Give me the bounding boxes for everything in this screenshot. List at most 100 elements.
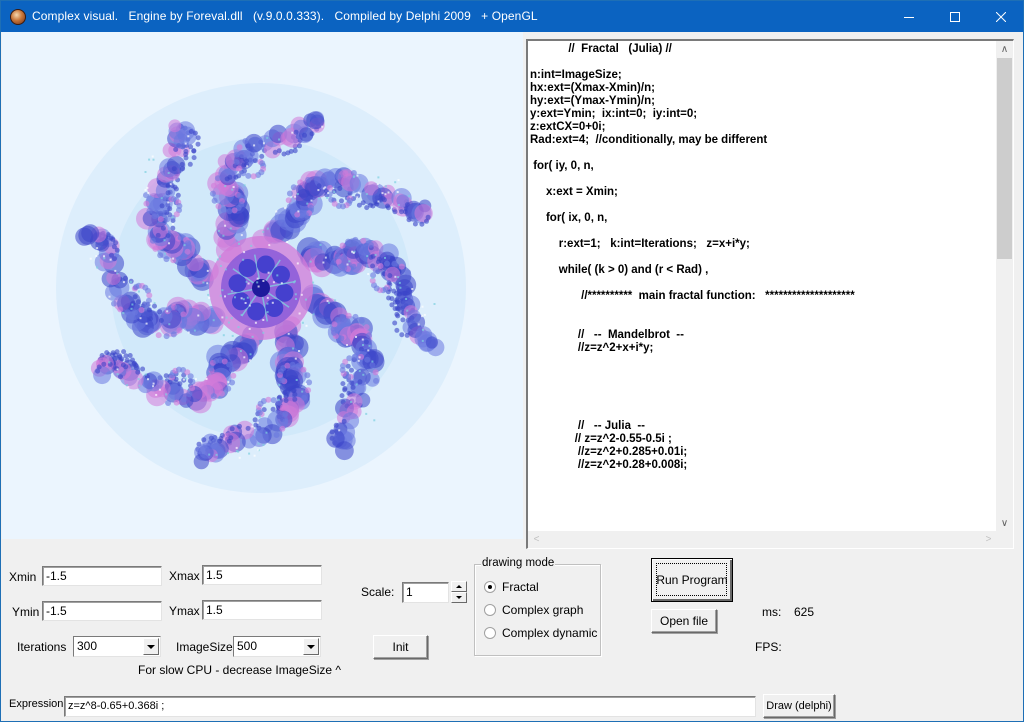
fractal-curl-dot xyxy=(363,339,369,345)
radio-button-icon[interactable] xyxy=(484,581,496,593)
fractal-speckle xyxy=(251,425,254,428)
code-line: // -- Mandelbrot -- xyxy=(530,329,684,341)
fractal-speckle xyxy=(148,158,151,161)
code-editor-text[interactable]: // Fractal (Julia) // n:int=ImageSize; hx… xyxy=(528,43,998,533)
fractal-speckle xyxy=(350,401,353,403)
image-size-select[interactable]: 500 xyxy=(233,636,321,657)
fractal-curl-dot xyxy=(345,363,351,369)
fractal-curl-dot xyxy=(101,361,107,367)
fractal-speckle xyxy=(257,285,260,288)
radio-complex-dynamic[interactable]: Complex dynamic xyxy=(484,626,597,640)
fractal-speckle xyxy=(352,251,355,254)
fractal-speckle xyxy=(239,350,242,353)
horizontal-scrollbar[interactable]: < > xyxy=(528,531,997,548)
chevron-down-icon xyxy=(147,644,155,649)
xmin-input[interactable]: -1.5 xyxy=(42,566,162,586)
fractal-speckle xyxy=(227,321,230,324)
fractal-speckle xyxy=(230,317,233,320)
fractal-speckle xyxy=(421,339,424,342)
fractal-branch-dot xyxy=(242,138,249,144)
fractal-speckle xyxy=(219,265,222,267)
scroll-up-icon[interactable]: ∧ xyxy=(996,41,1013,58)
open-file-button[interactable]: Open file xyxy=(651,609,717,633)
fractal-speckle xyxy=(221,316,224,319)
fractal-speckle xyxy=(168,242,170,245)
init-button[interactable]: Init xyxy=(373,635,428,659)
minimize-button[interactable] xyxy=(886,1,932,32)
fractal-speckle xyxy=(266,227,269,230)
xmax-input[interactable]: 1.5 xyxy=(202,565,322,585)
fractal-speckle xyxy=(250,244,253,247)
radio-complex-graph[interactable]: Complex graph xyxy=(484,603,583,617)
vertical-scroll-thumb[interactable] xyxy=(997,58,1012,260)
fractal-speckle xyxy=(408,194,411,197)
scale-down-button[interactable] xyxy=(451,592,467,603)
code-line: //********** main fractal function: ****… xyxy=(530,290,855,302)
run-program-button[interactable]: Run Program xyxy=(651,558,733,602)
fractal-speckle xyxy=(187,135,190,138)
fractal-branch-dot xyxy=(286,190,293,197)
scale-input[interactable]: 1 xyxy=(402,582,449,603)
fractal-branch-dot xyxy=(149,237,156,244)
fractal-branch-dot xyxy=(339,242,346,249)
scroll-left-icon[interactable]: < xyxy=(528,531,545,548)
fractal-curl-dot xyxy=(292,396,298,402)
scroll-right-icon[interactable]: > xyxy=(980,531,997,548)
scroll-down-icon[interactable]: ∨ xyxy=(996,515,1013,532)
scale-spinner[interactable] xyxy=(451,581,467,603)
fractal-curl-dot xyxy=(171,166,177,172)
fractal-speckle xyxy=(96,247,99,250)
fractal-branch-dot xyxy=(345,238,352,245)
fractal-branch-dot xyxy=(229,379,236,386)
code-line: for( iy, 0, n, xyxy=(530,160,594,172)
fractal-curl-dot xyxy=(252,417,258,423)
fractal-branch-dot xyxy=(146,207,153,214)
code-editor[interactable]: // Fractal (Julia) // n:int=ImageSize; hx… xyxy=(526,39,1014,549)
arrow-up-icon xyxy=(456,585,462,588)
fractal-curl-dot xyxy=(424,218,429,224)
code-line: hy:ext=(Ymax-Ymin)/n; xyxy=(530,95,655,107)
close-button[interactable] xyxy=(978,1,1024,32)
fractal-branch-dot xyxy=(187,373,194,380)
fractal-curl-dot xyxy=(135,369,141,375)
fractal-branch-dot xyxy=(372,267,379,274)
fractal-canvas[interactable] xyxy=(2,32,523,539)
scale-up-button[interactable] xyxy=(451,581,467,592)
fractal-curl-dot xyxy=(387,273,393,279)
fractal-branch-dot xyxy=(326,184,333,191)
fractal-curl-dot xyxy=(400,317,406,323)
expression-input[interactable]: z=z^8-0.65+0.368i ; xyxy=(64,696,756,717)
fractal-speckle xyxy=(167,172,170,174)
fractal-speckle xyxy=(89,257,92,260)
draw-delphi-button[interactable]: Draw (delphi) xyxy=(763,694,835,718)
drawing-mode-title: drawing mode xyxy=(481,557,556,569)
fractal-branch-dot xyxy=(360,237,367,244)
fractal-branch-dot xyxy=(233,151,240,158)
fractal-speckle xyxy=(367,349,370,352)
fractal-branch-dot xyxy=(236,144,243,151)
radio-button-icon[interactable] xyxy=(484,627,496,639)
fractal-speckle xyxy=(243,251,246,254)
vertical-scrollbar[interactable]: ∧ ∨ xyxy=(996,41,1013,532)
image-size-dropdown-button[interactable] xyxy=(303,638,319,655)
radio-button-icon[interactable] xyxy=(484,604,496,616)
fractal-speckle xyxy=(304,383,307,385)
fractal-curl-dot xyxy=(155,232,161,238)
iterations-select[interactable]: 300 xyxy=(73,636,161,657)
fractal-speckle xyxy=(253,144,256,147)
ymax-input[interactable]: 1.5 xyxy=(202,600,322,620)
ymin-input[interactable]: -1.5 xyxy=(42,601,162,621)
fractal-speckle xyxy=(423,313,426,316)
iterations-dropdown-button[interactable] xyxy=(143,638,159,655)
fractal-curl-dot xyxy=(167,206,173,212)
maximize-button[interactable] xyxy=(932,1,978,32)
fractal-speckle xyxy=(262,331,265,334)
radio-fractal[interactable]: Fractal xyxy=(484,580,539,594)
fractal-speckle xyxy=(286,241,289,243)
fractal-branch-dot xyxy=(326,191,333,198)
ymax-label: Ymax xyxy=(169,604,200,618)
xmin-label: Xmin xyxy=(9,570,37,584)
fractal-speckle xyxy=(257,448,260,451)
fractal-branch-dot xyxy=(146,292,153,299)
